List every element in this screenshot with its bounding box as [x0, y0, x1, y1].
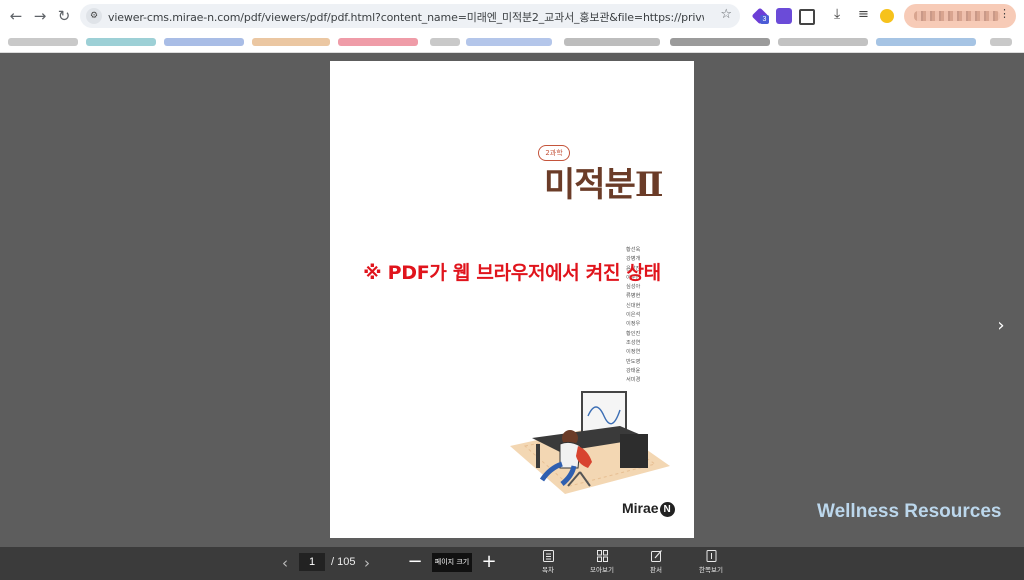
publisher-mark: N: [659, 502, 675, 517]
bookmark-redacted[interactable]: [338, 38, 418, 46]
author-name: 강태윤: [626, 367, 641, 374]
bookmark-redacted[interactable]: [670, 38, 770, 46]
bookmark-redacted[interactable]: [990, 38, 1012, 46]
zoom-in-plus-icon[interactable]: +: [480, 552, 498, 572]
zoom-out-minus-icon[interactable]: −: [406, 552, 424, 572]
author-name: 반도영: [626, 358, 641, 365]
page-total: / 105: [331, 556, 356, 568]
bookmarks-bar: [0, 32, 1024, 53]
student-desk-illustration: [510, 391, 670, 494]
thumbnails-label: 모아보기: [590, 566, 614, 574]
bookmark-redacted[interactable]: [8, 38, 78, 46]
single-page-icon: [706, 550, 716, 562]
author-name: 이은석: [626, 312, 641, 319]
author-name: 이정연: [626, 349, 641, 356]
reload-icon[interactable]: ↻: [54, 6, 74, 26]
bookmark-redacted[interactable]: [86, 38, 156, 46]
pdf-viewer: 2과학 미적분Ⅱ 황선욱 강병개 윤갑진 이문연 심성아 류병현 신대현 이은석…: [0, 53, 1024, 547]
next-page-chevron-icon[interactable]: ›: [992, 315, 1010, 337]
forward-arrow-icon[interactable]: →: [30, 6, 50, 26]
author-name: 조성연: [626, 339, 641, 346]
bookmark-redacted[interactable]: [164, 38, 244, 46]
extension-yellow-icon[interactable]: [880, 9, 894, 23]
book-title: 미적분Ⅱ: [544, 165, 663, 205]
next-page-small-chevron-icon[interactable]: ›: [359, 553, 375, 573]
author-name: 류병현: [626, 293, 641, 300]
author-name: 서미경: [626, 377, 641, 384]
watermark-text: Wellness Resources: [817, 501, 1002, 522]
single-page-label: 한쪽보기: [699, 566, 723, 574]
author-name: 황선욱: [626, 247, 641, 253]
site-info-icon[interactable]: ⚙: [86, 8, 102, 24]
thumbnails-button[interactable]: 모아보기: [584, 550, 620, 578]
media-control-icon[interactable]: ≡: [858, 7, 874, 23]
prev-page-chevron-icon[interactable]: ‹: [277, 553, 293, 573]
zoom-select[interactable]: 페이지 크기: [432, 553, 472, 572]
author-name: 황인진: [626, 330, 641, 337]
bookmark-redacted[interactable]: [564, 38, 660, 46]
url-text[interactable]: viewer-cms.mirae-n.com/pdf/viewers/pdf/p…: [108, 9, 704, 25]
bookmark-redacted[interactable]: [466, 38, 552, 46]
menu-icon[interactable]: ⋮: [999, 7, 1010, 20]
toc-list-icon: [542, 550, 554, 562]
extensions-puzzle-icon[interactable]: [799, 9, 815, 25]
bookmark-star-icon[interactable]: ☆: [720, 7, 732, 22]
back-arrow-icon[interactable]: ←: [6, 6, 26, 26]
address-bar[interactable]: ⚙ viewer-cms.mirae-n.com/pdf/viewers/pdf…: [80, 4, 740, 28]
toc-button[interactable]: 목차: [530, 550, 566, 578]
extension-download-icon[interactable]: [776, 8, 792, 24]
page-number-input[interactable]: [299, 553, 325, 571]
grid-icon: [596, 550, 608, 562]
publisher-logo: Mirae N: [622, 500, 675, 517]
single-page-button[interactable]: 한쪽보기: [693, 550, 729, 578]
bookmark-redacted[interactable]: [430, 38, 460, 46]
bookmark-redacted[interactable]: [252, 38, 330, 46]
profile-name-redacted: [914, 11, 1000, 21]
overlay-caption: ※ PDF가 웹 브라우저에서 켜진 상태: [363, 262, 661, 284]
toc-label: 목차: [542, 566, 554, 574]
profile-button[interactable]: ⋮: [904, 4, 1016, 28]
author-name: 이정우: [626, 321, 641, 328]
extension-badge: 3: [760, 15, 769, 24]
publisher-name: Mirae: [622, 500, 659, 516]
bookmark-redacted[interactable]: [876, 38, 976, 46]
pdf-page: 2과학 미적분Ⅱ 황선욱 강병개 윤갑진 이문연 심성아 류병현 신대현 이은석…: [330, 61, 694, 538]
draw-label: 판서: [650, 566, 662, 574]
author-name: 신대현: [626, 302, 641, 309]
viewer-bottom-toolbar: ‹ / 105 › − 페이지 크기 + 목차 모아보기 판서 한쪽보기: [0, 547, 1024, 580]
bookmark-redacted[interactable]: [778, 38, 868, 46]
draw-button[interactable]: 판서: [638, 550, 674, 578]
browser-toolbar: ← → ↻ ⚙ viewer-cms.mirae-n.com/pdf/viewe…: [0, 0, 1024, 32]
downloads-icon[interactable]: ⤓: [834, 6, 850, 22]
pen-edit-icon: [650, 550, 662, 562]
